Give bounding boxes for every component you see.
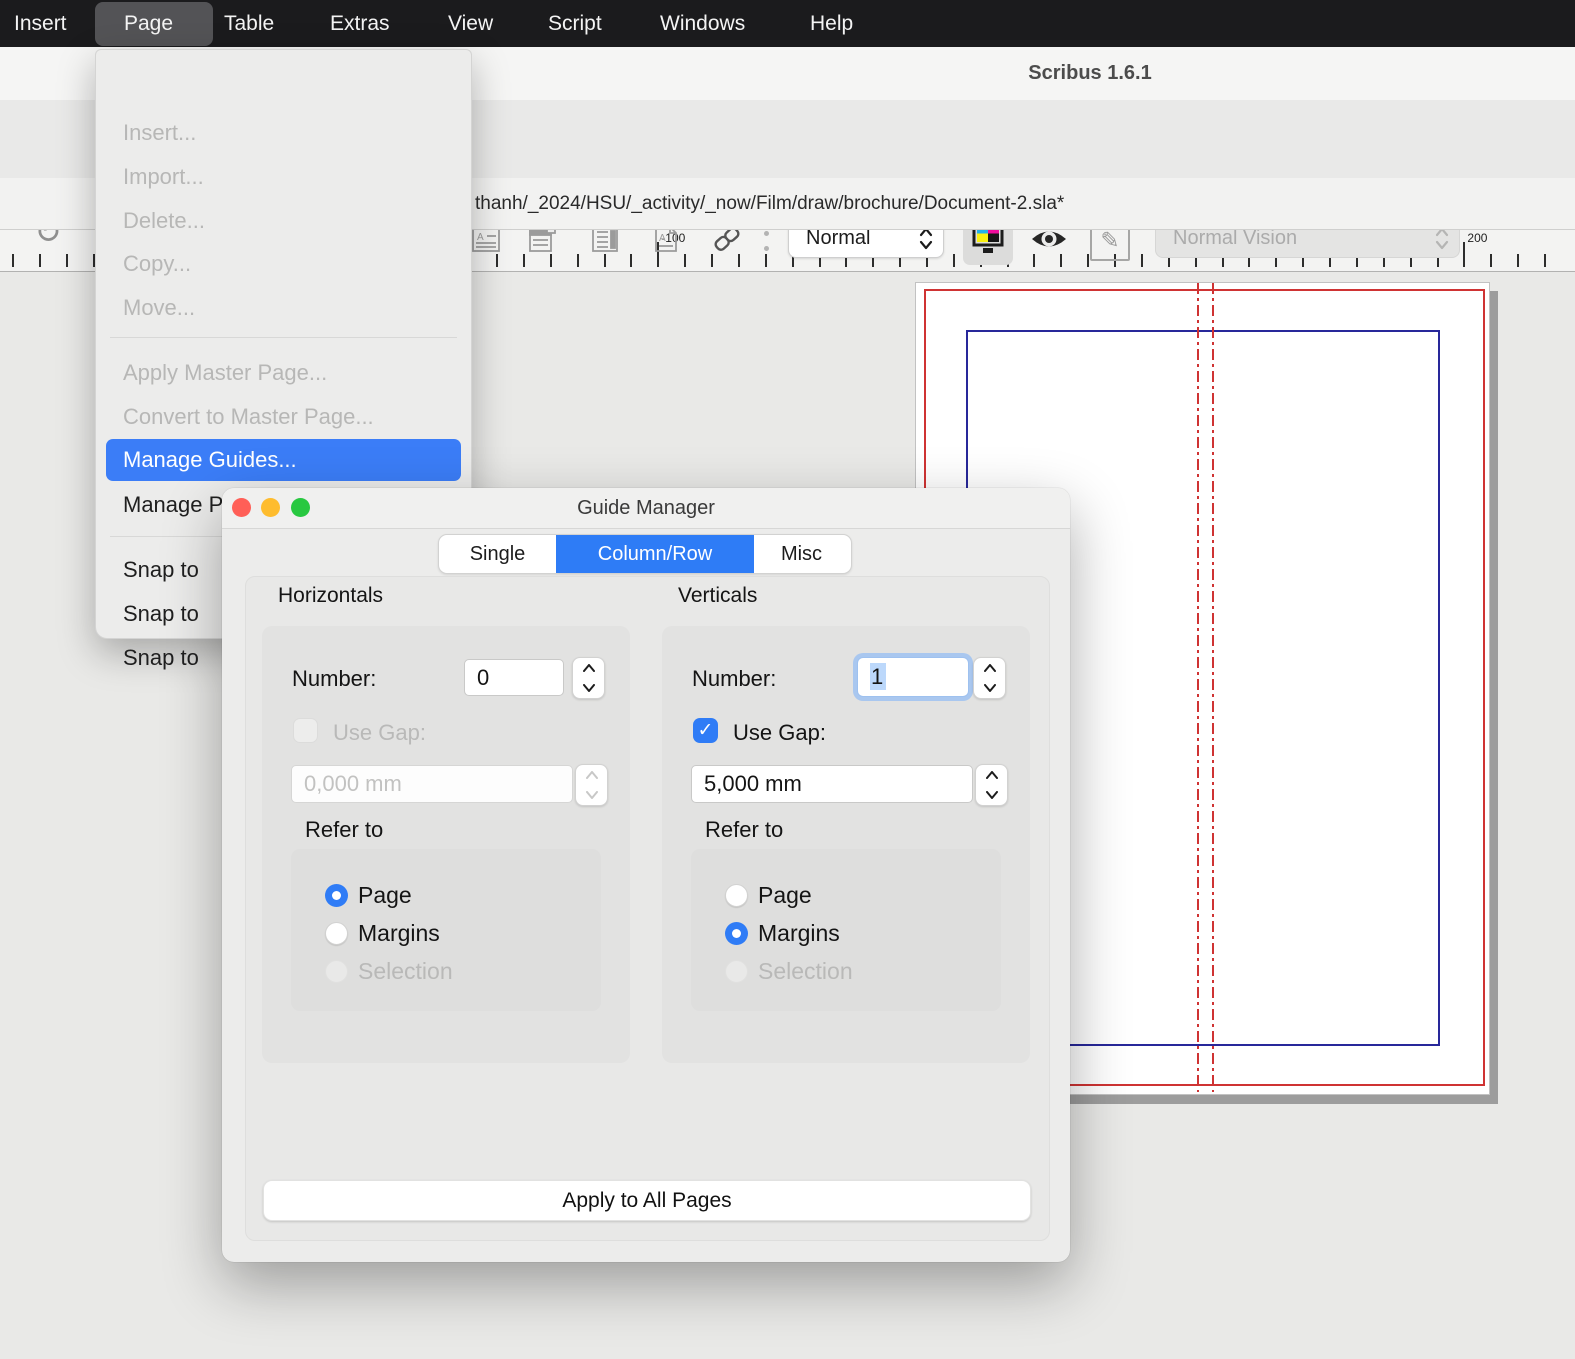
scribus-window: Insert Page Table Extras View Script Win… [0,0,1575,1359]
v-radio-page[interactable] [725,884,748,907]
h-use-gap-checkbox [293,718,318,743]
menu-item-delete: Delete... [106,199,461,243]
v-number-selected-text: 1 [870,663,886,690]
horizontals-heading: Horizontals [278,584,383,608]
ruler-minor-tick [577,254,579,267]
tab-column-row[interactable]: Column/Row [556,535,754,573]
ruler-minor-tick [953,254,955,267]
menu-item-import: Import... [106,155,461,199]
ruler-minor-tick [66,254,68,267]
h-radio-margins[interactable] [325,922,348,945]
svg-text:A: A [477,232,484,243]
verticals-group: Number: 1 ✓ Use Gap: 5,000 mm Refer to P… [662,626,1030,1063]
h-number-input[interactable]: 0 [464,659,564,696]
v-radio-selection-label: Selection [758,958,853,985]
ruler-minor-tick [1544,254,1546,267]
v-radio-margins-label: Margins [758,920,840,947]
menu-item-apply-master-page: Apply Master Page... [106,351,461,395]
v-use-gap-checkbox[interactable]: ✓ [693,718,718,743]
svg-text:A: A [659,233,666,244]
v-radio-page-label: Page [758,882,812,909]
v-number-input[interactable]: 1 [857,657,969,697]
menu-script[interactable]: Script [548,0,602,47]
menu-bar: Insert Page Table Extras View Script Win… [0,0,1575,47]
ruler-minor-tick [630,254,632,267]
document-path: thanh/_2024/HSU/_activity/_now/Film/draw… [475,178,1064,229]
h-radio-selection-label: Selection [358,958,453,985]
menu-item-insert: Insert... [106,111,461,155]
v-use-gap-label: Use Gap: [733,720,826,746]
h-gap-stepper [575,764,608,806]
ruler-minor-tick [1517,254,1519,267]
menu-extras[interactable]: Extras [330,0,390,47]
ruler-minor-tick [12,254,14,267]
v-number-stepper[interactable] [973,657,1006,699]
h-number-stepper[interactable] [572,657,605,699]
h-radio-margins-label: Margins [358,920,440,947]
dialog-title: Guide Manager [222,488,1070,528]
column-guide-line-1 [1197,283,1199,1092]
menu-table[interactable]: Table [224,0,274,47]
h-gap-input: 0,000 mm [291,765,573,803]
column-guide-line-2 [1212,283,1214,1092]
horizontals-group: Number: 0 Use Gap: 0,000 mm Refer to Pag… [262,626,630,1063]
ruler-minor-tick [39,254,41,267]
h-radio-selection [325,960,348,983]
ruler-minor-tick [1490,254,1492,267]
menu-view[interactable]: View [448,0,493,47]
v-radio-margins[interactable] [725,922,748,945]
h-number-label: Number: [292,666,376,692]
ruler-minor-tick [1087,254,1089,267]
menu-page[interactable]: Page [124,0,173,47]
v-radio-selection [725,960,748,983]
menu-item-copy: Copy... [106,242,461,286]
dialog-title-bar: Guide Manager [222,488,1070,529]
tab-misc[interactable]: Misc [754,535,849,573]
v-refer-to-group: Page Margins Selection [691,849,1001,1011]
ruler-unit-label: 200 [1467,231,1487,245]
menu-help[interactable]: Help [810,0,853,47]
ruler-major-tick [1463,242,1465,267]
h-refer-to-group: Page Margins Selection [291,849,601,1011]
h-refer-to-label: Refer to [305,817,383,843]
ruler-minor-tick [1141,254,1143,267]
menu-item-manage-guides[interactable]: Manage Guides... [106,439,461,481]
v-number-label: Number: [692,666,776,692]
v-gap-stepper[interactable] [975,764,1008,806]
verticals-heading: Verticals [678,584,757,608]
menu-separator [110,337,457,338]
guide-manager-tabs: Single Column/Row Misc [438,534,852,574]
v-gap-input[interactable]: 5,000 mm [691,765,973,803]
menu-item-convert-master-page: Convert to Master Page... [106,395,461,439]
ruler-minor-tick [684,254,686,267]
tab-single[interactable]: Single [439,535,556,573]
menu-insert[interactable]: Insert [14,0,67,47]
v-refer-to-label: Refer to [705,817,783,843]
h-radio-page-label: Page [358,882,412,909]
h-use-gap-label: Use Gap: [333,720,426,746]
apply-to-all-pages-button[interactable]: Apply to All Pages [263,1180,1031,1221]
guide-manager-dialog: Guide Manager Single Column/Row Misc Hor… [222,488,1070,1262]
menu-item-move: Move... [106,286,461,330]
menu-windows[interactable]: Windows [660,0,745,47]
app-title: Scribus 1.6.1 [1028,47,1151,100]
h-radio-page[interactable] [325,884,348,907]
